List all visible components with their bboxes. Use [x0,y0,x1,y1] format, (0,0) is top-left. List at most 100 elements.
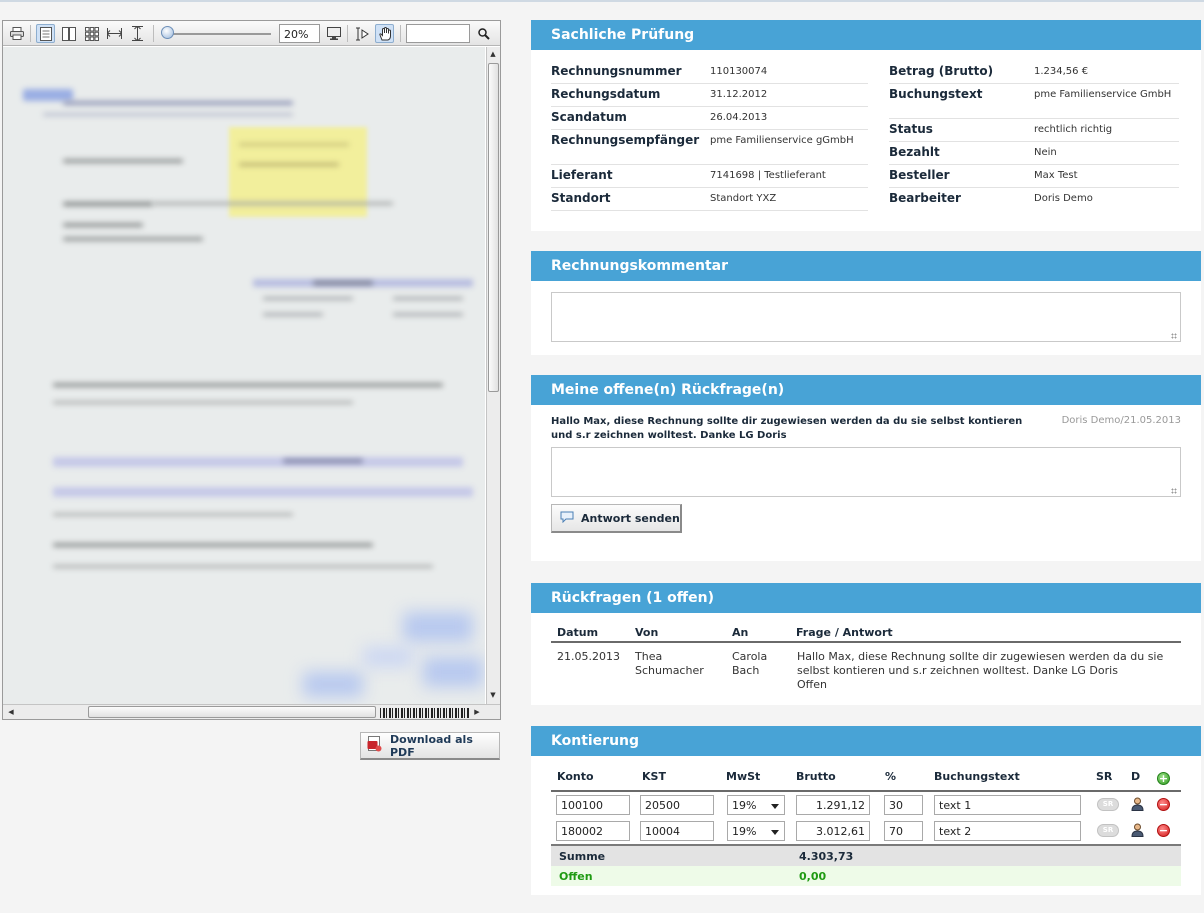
mwst-select[interactable]: 19% [727,821,785,841]
kommentar-textarea[interactable] [551,292,1181,342]
info-value: 26.04.2013 [710,112,768,123]
rueckfrage-status: Offen [797,678,827,691]
rueckfrage-an: Carola Bach [732,650,768,677]
konto-input[interactable]: 100100 [556,795,630,815]
konto-input[interactable]: 180002 [556,821,630,841]
info-label: Buchungstext [889,87,983,101]
viewer-toolbar: 20% [3,21,500,46]
vertical-scroll-thumb[interactable] [488,63,499,392]
meine-rueckfrage-panel: Meine offene(n) Rückfrage(n) Hallo Max, … [531,375,1201,561]
resize-grip[interactable] [1171,488,1177,494]
text-select-icon[interactable] [352,24,371,43]
fit-height-icon[interactable] [128,24,147,43]
table-header-divider [551,790,1181,792]
info-label: Bearbeiter [889,191,961,205]
kst-input[interactable]: 20500 [640,795,714,815]
col-header-frage: Frage / Antwort [796,626,893,639]
col-header-mwst: MwSt [726,770,761,783]
rueckfrage-meta: Doris Demo/21.05.2013 [1061,415,1181,426]
col-header-von: Von [635,626,659,639]
info-value: pme Familienservice gGmbH [710,135,854,146]
prozent-input[interactable]: 30 [884,795,923,815]
info-row: Bearbeiter Doris Demo [889,188,1179,211]
info-label: Status [889,122,933,136]
speech-bubble-icon [560,511,574,526]
meine-rueckfrage-title: Meine offene(n) Rückfrage(n) [531,375,1201,405]
sachliche-pruefung-panel: Sachliche Prüfung Rechnungsnummer 110130… [531,20,1201,231]
scroll-left-icon[interactable]: ◀ [5,706,17,718]
sr-toggle[interactable]: SR [1097,798,1119,811]
info-label: Lieferant [551,168,613,182]
sachliche-pruefung-title: Sachliche Prüfung [531,20,1201,50]
zoom-input[interactable]: 20% [279,24,320,43]
kst-input[interactable]: 10004 [640,821,714,841]
prozent-input[interactable]: 70 [884,821,923,841]
scroll-up-icon[interactable]: ▲ [487,48,499,60]
minus-circle-icon[interactable]: − [1157,798,1170,811]
info-value: Doris Demo [1034,193,1093,204]
info-label: Betrag (Brutto) [889,64,994,78]
info-value: pme Familienservice GmbH [1034,89,1172,100]
viewer-search-input[interactable] [406,24,470,43]
thumbnails-icon[interactable] [82,24,101,43]
buchungstext-input[interactable]: text 1 [934,795,1081,815]
col-header-prozent: % [885,770,897,783]
magnifier-icon[interactable] [474,24,493,43]
download-pdf-label: Download als PDF [390,732,473,759]
top-border [0,0,1204,2]
user-icon[interactable] [1131,797,1144,814]
info-value: 7141698 | Testlieferant [710,170,826,181]
col-header-kst: KST [642,770,666,783]
vertical-scrollbar[interactable]: ▲ ▼ [486,47,500,704]
info-row: Status rechtlich richtig [889,119,1179,142]
col-header-konto: Konto [557,770,594,783]
plus-circle-icon[interactable]: + [1157,772,1170,785]
info-label: Scandatum [551,110,627,124]
print-icon[interactable] [7,24,26,43]
user-icon[interactable] [1131,823,1144,840]
rueckfrage-text: Hallo Max, diese Rechnung sollte dir zug… [797,650,1164,677]
double-page-icon[interactable] [59,24,78,43]
info-value: 1.234,56 € [1034,66,1089,77]
info-label: Rechnungsnummer [551,64,682,78]
minus-circle-icon[interactable]: − [1157,824,1170,837]
monitor-icon[interactable] [324,24,343,43]
brutto-input[interactable]: 1.291,12 [796,795,870,815]
kontierung-panel: Kontierung Konto KST MwSt Brutto % Buchu… [531,726,1201,895]
sr-toggle[interactable]: SR [1097,824,1119,837]
scroll-right-icon[interactable]: ▶ [471,706,483,718]
info-value: rechtlich richtig [1034,124,1113,135]
scroll-down-icon[interactable]: ▼ [487,689,499,701]
rueckfragen-panel: Rückfragen (1 offen) Datum Von An Frage … [531,583,1201,705]
download-pdf-button[interactable]: Download als PDF [360,732,500,760]
info-row: Rechungsdatum 31.12.2012 [551,84,868,107]
info-label: Besteller [889,168,950,182]
info-row: Rechnungsempfänger pme Familienservice g… [551,130,868,165]
horizontal-scroll-thumb[interactable] [88,706,376,718]
antwort-senden-button[interactable]: Antwort senden [551,504,682,533]
col-header-sr: SR [1096,770,1113,783]
document-page-preview[interactable] [3,47,485,704]
info-value: Nein [1034,147,1057,158]
mwst-select[interactable]: 19% [727,795,785,815]
offen-row: Offen 0,00 [551,866,1181,886]
resize-grip[interactable] [1171,333,1177,339]
single-page-icon[interactable] [36,24,55,43]
zoom-slider-track[interactable] [163,33,271,35]
rechnungskommentar-title: Rechnungskommentar [531,251,1201,281]
pdf-icon [367,736,382,755]
brutto-input[interactable]: 3.012,61 [796,821,870,841]
fit-width-icon[interactable] [105,24,124,43]
chevron-down-icon [771,804,779,809]
document-viewer: 20% ▲ ▼ ◀ ▶ [2,20,501,720]
antwort-textarea[interactable] [551,447,1181,497]
mwst-value: 19% [732,825,757,838]
offen-label: Offen [559,870,593,883]
zoom-slider-thumb[interactable] [161,26,174,39]
chevron-down-icon [771,830,779,835]
horizontal-scrollbar[interactable]: ◀ ▶ [3,704,500,719]
hand-icon[interactable] [375,24,394,43]
barcode-graphic [380,708,470,718]
info-row: Besteller Max Test [889,165,1179,188]
buchungstext-input[interactable]: text 2 [934,821,1081,841]
